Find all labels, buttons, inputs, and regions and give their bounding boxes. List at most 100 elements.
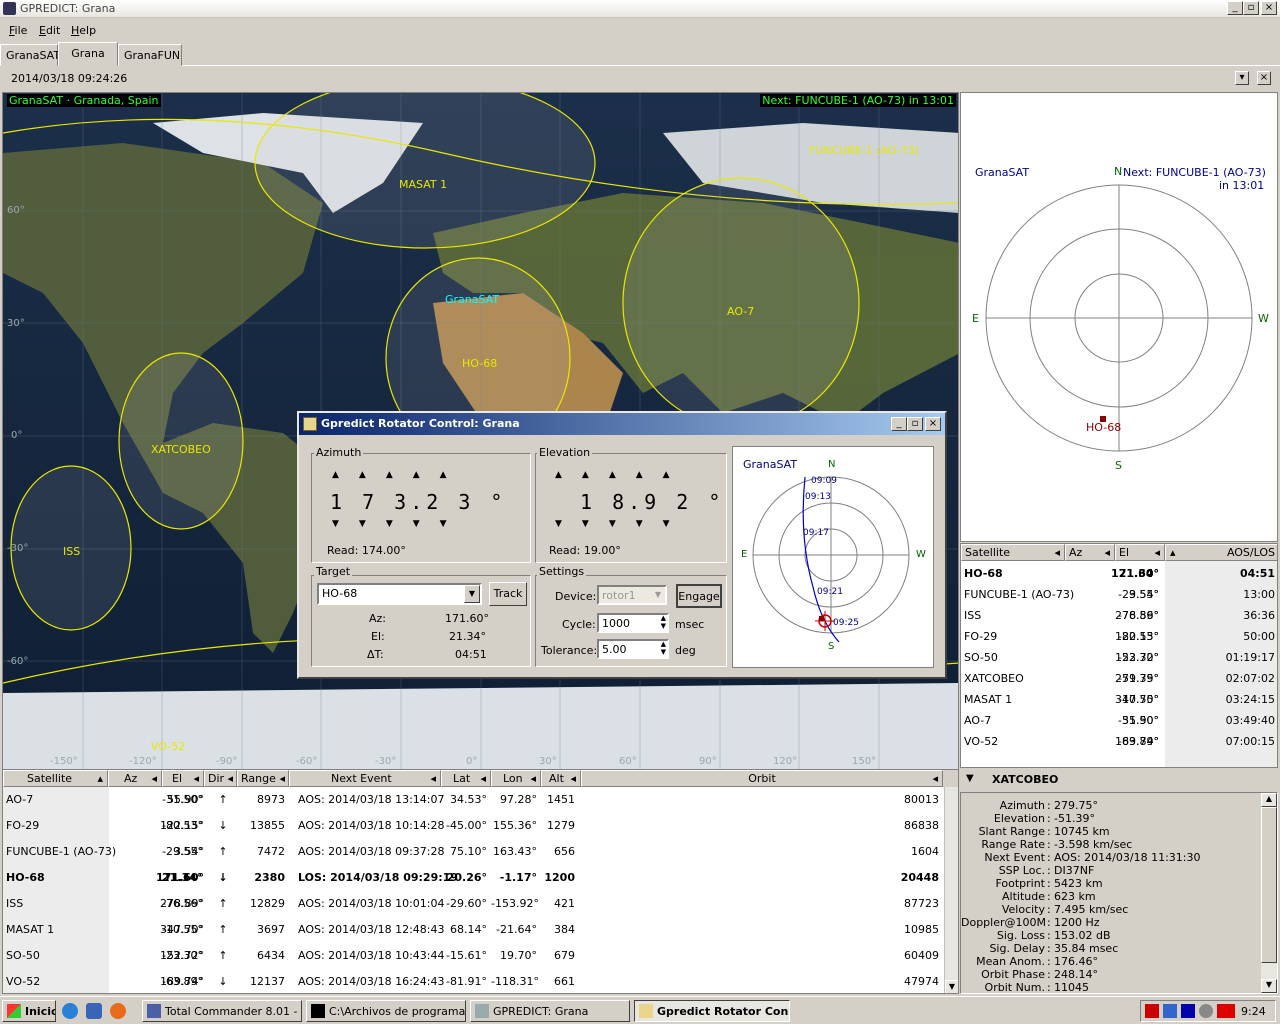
th-lon[interactable]: Lon ◂ (491, 770, 541, 787)
azimuth-down-arrows[interactable]: ▼▼▼▼▼ (332, 519, 467, 529)
firefox-icon[interactable] (110, 1003, 126, 1019)
th-az[interactable]: Az ◂ (108, 770, 162, 787)
satlist-row[interactable]: FUNCUBE-1 (AO-73) 3.54° -29.55° 13:00 (961, 585, 1277, 606)
rotator-minimize-button[interactable]: _ (891, 417, 907, 431)
satlist-row[interactable]: SO-50 152.72° -23.30° 01:19:17 (961, 648, 1277, 669)
table-row[interactable]: VO-52 189.74° -63.89° ↓ 12137 AOS: 2014/03/18… (3, 969, 943, 993)
polar-view[interactable]: GranaSAT Next: FUNCUBE-1 (AO-73) in 13:0… (960, 92, 1278, 542)
satellite-list[interactable]: Satellite ◂ Az ◂ El ◂ ▴ AOS/LOS HO-68 171.60°… (960, 543, 1278, 768)
tab-grana[interactable]: Grana (58, 42, 118, 66)
satlist-row[interactable]: HO-68 171.60° 21.34° 04:51 (961, 564, 1277, 585)
rotator-title-bar[interactable]: Gpredict Rotator Control: Grana _ ▫ × (299, 413, 945, 435)
info-scrollbar[interactable]: ▲ ▼ (1261, 793, 1277, 993)
collapse-icon[interactable]: ▼ (966, 773, 974, 784)
maximize-button[interactable]: ▫ (1243, 1, 1259, 15)
table-row[interactable]: ISS 278.89° -76.56° ↑ 12829 AOS: 2014/03/18 1… (3, 891, 943, 917)
dropdown-arrow-icon[interactable]: ▼ (651, 587, 665, 603)
sat-label-xatcobeo[interactable]: XATCOBEO (151, 443, 211, 456)
satlist-row[interactable]: VO-52 189.74° -63.89° 07:00:15 (961, 732, 1277, 753)
cell-event: AOS: 2014/03/18 10:43:44 (298, 949, 445, 962)
task-total-commander[interactable]: Total Commander 8.01 - ... (142, 1000, 302, 1022)
module-close-button[interactable]: × (1257, 71, 1271, 85)
pass-time: 09:25 (833, 618, 859, 628)
table-row[interactable]: FO-29 122.15° -80.53° ↓ 13855 AOS: 2014/03/18… (3, 813, 943, 839)
sat-label-masat[interactable]: MASAT 1 (399, 178, 447, 191)
tray-icon[interactable] (1217, 1004, 1235, 1018)
col-header-satellite[interactable]: Satellite ◂ (961, 544, 1065, 561)
info-separator: : (1047, 903, 1051, 916)
rotator-polar-view[interactable]: GranaSAT N S E W 09:09 09:13 09:17 09:21… (732, 446, 934, 668)
scroll-down-icon[interactable]: ▼ (1261, 979, 1277, 993)
th-el[interactable]: El ◂ (162, 770, 204, 787)
outlook-icon[interactable] (86, 1003, 102, 1019)
elevation-down-arrows[interactable]: ▼▼▼▼▼ (555, 519, 690, 529)
tray-icon[interactable] (1181, 1004, 1195, 1018)
polar-sat-label[interactable]: HO-68 (1086, 421, 1121, 434)
col-header-el[interactable]: El ◂ (1115, 544, 1165, 561)
cell-lon: -118.31° (491, 975, 539, 988)
table-row[interactable]: HO-68 171.60° 21.34° ↓ 2380 LOS: 2014/03/18 0… (3, 865, 943, 891)
th-satellite[interactable]: Satellite ▴ (3, 770, 108, 787)
dropdown-arrow-icon[interactable]: ▼ (464, 585, 480, 603)
module-options-button[interactable]: ▾ (1235, 71, 1249, 85)
task-gpredict[interactable]: GPREDICT: Grana (470, 1000, 630, 1022)
menu-help[interactable]: Help (71, 24, 96, 37)
satlist-row[interactable]: ISS 278.89° -76.56° 36:36 (961, 606, 1277, 627)
th-range[interactable]: Range ◂ (237, 770, 289, 787)
th-next-event[interactable]: Next Event ◂ (289, 770, 441, 787)
cycle-input[interactable]: 1000 ▲ ▼ (597, 613, 669, 633)
target-select[interactable]: HO-68 ▼ (317, 583, 482, 605)
ie-icon[interactable] (62, 1003, 78, 1019)
table-row[interactable]: FUNCUBE-1 (AO-73) 3.54° -29.55° ↑ 7472 AOS: 2… (3, 839, 943, 865)
th-lat[interactable]: Lat ◂ (441, 770, 491, 787)
th-dir[interactable]: Dir ◂ (204, 770, 237, 787)
th-alt[interactable]: Alt ◂ (541, 770, 581, 787)
sat-label-funcube[interactable]: FUNCUBE-1 (AO-73) (809, 144, 919, 157)
device-select[interactable]: rotor1 ▼ (597, 585, 667, 605)
rotator-maximize-button[interactable]: ▫ (907, 417, 923, 431)
task-cmd[interactable]: C:\Archivos de programa... (306, 1000, 466, 1022)
scroll-thumb[interactable] (1261, 807, 1277, 963)
tray-icon[interactable] (1145, 1004, 1159, 1018)
th-orbit[interactable]: Orbit ◂ (581, 770, 943, 787)
engage-button[interactable]: Engage (676, 584, 722, 608)
scroll-up-icon[interactable]: ▲ (1261, 793, 1277, 807)
track-button[interactable]: Track (489, 582, 527, 606)
rotator-close-button[interactable]: × (925, 417, 941, 431)
sat-label-ho68[interactable]: HO-68 (462, 357, 497, 370)
elevation-up-arrows[interactable]: ▲▲▲▲▲ (555, 470, 690, 480)
minimize-button[interactable]: _ (1227, 1, 1243, 15)
table-scrollbar[interactable]: ▼ (944, 787, 958, 993)
sat-label-vo52[interactable]: VO-52 (151, 740, 185, 753)
tab-granasat[interactable]: GranaSAT (0, 44, 60, 66)
col-header-aoslos[interactable]: ▴ AOS/LOS (1165, 544, 1277, 561)
menu-edit[interactable]: Edit (39, 24, 60, 37)
tab-granafun[interactable]: GranaFUN (118, 44, 182, 66)
tray-icon[interactable] (1199, 1004, 1213, 1018)
sat-label-ao7[interactable]: AO-7 (727, 305, 754, 318)
table-row[interactable]: AO-7 55.90° -31.50° ↑ 8973 AOS: 2014/03/18 13… (3, 787, 943, 813)
cycle-input-value: 1000 (602, 617, 630, 630)
satlist-row[interactable]: AO-7 55.90° -31.50° 03:49:40 (961, 711, 1277, 732)
tolerance-input[interactable]: 5.00 ▲ ▼ (597, 639, 669, 659)
scroll-down-icon[interactable]: ▼ (945, 980, 958, 993)
table-row[interactable]: SO-50 152.72° -23.30° ↑ 6434 AOS: 2014/03/18 … (3, 943, 943, 969)
satlist-row[interactable]: MASAT 1 347.70° -10.55° 03:24:15 (961, 690, 1277, 711)
azimuth-up-arrows[interactable]: ▲▲▲▲▲ (332, 470, 467, 480)
spin-arrows-icon[interactable]: ▲ ▼ (661, 640, 666, 656)
table-row[interactable]: MASAT 1 347.70° -10.55° ↑ 3697 AOS: 2014/03/1… (3, 917, 943, 943)
start-button[interactable]: Inicio (2, 1000, 56, 1022)
spin-arrows-icon[interactable]: ▲ ▼ (661, 614, 666, 630)
col-header-az[interactable]: Az ◂ (1065, 544, 1115, 561)
polar-station: GranaSAT (975, 166, 1030, 179)
satlist-row[interactable]: FO-29 122.15° -80.53° 50:00 (961, 627, 1277, 648)
satlist-row[interactable]: XATCOBEO 279.75° -51.39° 02:07:02 (961, 669, 1277, 690)
sat-label-iss[interactable]: ISS (63, 545, 80, 558)
task-rotator[interactable]: Gpredict Rotator Con... (634, 1000, 790, 1022)
close-button[interactable]: × (1261, 1, 1277, 15)
menu-file[interactable]: File (9, 24, 27, 37)
satellite-table[interactable]: Satellite ▴ Az ◂ El ◂ Dir ◂ Range ◂ Next Even… (2, 769, 959, 994)
sort-arrow-icon: ◂ (227, 772, 233, 785)
tray-icon[interactable] (1163, 1004, 1177, 1018)
lon-label: -150° (50, 756, 78, 767)
